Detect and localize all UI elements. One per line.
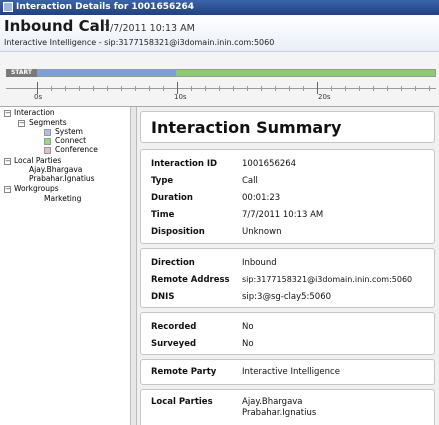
timeline-tick-label: 20s bbox=[318, 93, 331, 101]
timeline-tick bbox=[415, 86, 416, 91]
window-title-bar[interactable]: Interaction Details for 1001656264 bbox=[0, 0, 439, 15]
collapse-icon[interactable]: − bbox=[4, 110, 11, 117]
timeline-tick bbox=[261, 86, 262, 91]
timeline-tick bbox=[359, 86, 360, 91]
field-label: Direction bbox=[151, 258, 195, 268]
timeline-tick bbox=[65, 86, 66, 91]
field-value: sip:3177158321@i3domain.inin.com:5060 bbox=[242, 275, 413, 284]
timeline-tick bbox=[247, 86, 248, 91]
timeline-segment-system[interactable] bbox=[37, 70, 176, 76]
recording-info-card: Recorded No Surveyed No bbox=[140, 312, 435, 355]
routing-info-card: Direction Inbound Remote Address sip:317… bbox=[140, 248, 435, 308]
field-value: sip:3@sg-clay5:5060 bbox=[242, 292, 332, 302]
field-value: 7/7/2011 10:13 AM bbox=[242, 210, 324, 220]
interaction-remote-address: Interactive Intelligence - sip:317715832… bbox=[4, 38, 275, 47]
timeline-tick bbox=[387, 86, 388, 91]
interaction-type-title: Inbound Call bbox=[4, 17, 111, 35]
field-label: Local Parties bbox=[151, 397, 213, 407]
timeline-tick bbox=[219, 86, 220, 91]
local-parties-card: Local Parties Ajay.Bhargava Prabahar.Ign… bbox=[140, 389, 435, 425]
timeline-tick bbox=[149, 86, 150, 91]
field-label: Time bbox=[151, 210, 175, 220]
timeline-tick bbox=[429, 86, 430, 91]
field-label: DNIS bbox=[151, 292, 175, 302]
segment-color-swatch bbox=[44, 138, 51, 145]
field-label: Remote Party bbox=[151, 367, 217, 377]
field-label: Remote Address bbox=[151, 275, 230, 285]
field-value: Prabahar.Ignatius bbox=[242, 408, 317, 418]
field-label: Interaction ID bbox=[151, 159, 218, 169]
timeline-tick bbox=[401, 86, 402, 91]
collapse-icon[interactable]: − bbox=[4, 186, 11, 193]
field-label: Recorded bbox=[151, 322, 197, 332]
field-value: No bbox=[242, 322, 254, 332]
timeline-segment-connect[interactable] bbox=[176, 70, 435, 76]
timeline-start-marker: START bbox=[6, 69, 37, 77]
timeline-axis bbox=[6, 88, 436, 89]
field-value: 1001656264 bbox=[242, 159, 297, 169]
timeline-tick bbox=[191, 86, 192, 91]
timeline-tick bbox=[205, 86, 206, 91]
interaction-date: 7/7/2011 10:13 AM bbox=[104, 23, 195, 34]
collapse-icon[interactable]: − bbox=[4, 158, 11, 165]
timeline-tick bbox=[93, 86, 94, 91]
field-value: Inbound bbox=[242, 258, 277, 268]
field-value: Interactive Intelligence bbox=[242, 367, 340, 377]
timeline-tick-label: 10s bbox=[174, 93, 187, 101]
field-label: Disposition bbox=[151, 227, 205, 237]
summary-title: Interaction Summary bbox=[151, 118, 342, 137]
tree-node-local-party[interactable]: Prabahar.Ignatius bbox=[29, 174, 95, 184]
window-title: Interaction Details for 1001656264 bbox=[16, 2, 195, 12]
timeline-tick bbox=[121, 86, 122, 91]
field-value: Call bbox=[242, 176, 258, 186]
timeline-tick-label: 0s bbox=[34, 93, 43, 101]
timeline-tick bbox=[373, 86, 374, 91]
tree-node-interaction[interactable]: Interaction bbox=[14, 108, 55, 118]
interaction-header: Inbound Call 7/7/2011 10:13 AM Interacti… bbox=[0, 15, 439, 52]
field-label: Duration bbox=[151, 193, 193, 203]
timeline-tick bbox=[331, 86, 332, 91]
timeline-tick bbox=[51, 86, 52, 91]
timeline-tick bbox=[289, 86, 290, 91]
summary-panel: Interaction Summary Interaction ID 10016… bbox=[137, 107, 439, 425]
segment-color-swatch bbox=[44, 147, 51, 154]
tree-node-workgroup[interactable]: Marketing bbox=[44, 194, 81, 204]
timeline-tick bbox=[163, 86, 164, 91]
window-app-icon bbox=[3, 2, 13, 12]
summary-title-card: Interaction Summary bbox=[140, 111, 435, 143]
field-value: Unknown bbox=[242, 227, 282, 237]
timeline-tick bbox=[135, 86, 136, 91]
timeline-tick bbox=[79, 86, 80, 91]
field-value: 00:01:23 bbox=[242, 193, 281, 203]
remote-party-card: Remote Party Interactive Intelligence bbox=[140, 359, 435, 385]
timeline-tick bbox=[233, 86, 234, 91]
field-value: Ajay.Bhargava bbox=[242, 397, 303, 407]
segment-color-swatch bbox=[44, 129, 51, 136]
general-info-card: Interaction ID 1001656264 Type Call Dura… bbox=[140, 149, 435, 244]
timeline-panel bbox=[0, 52, 439, 107]
timeline-tick bbox=[275, 86, 276, 91]
timeline-tick bbox=[345, 86, 346, 91]
field-label: Surveyed bbox=[151, 339, 197, 349]
timeline-tick bbox=[303, 86, 304, 91]
tree-node-workgroups[interactable]: Workgroups bbox=[14, 184, 59, 194]
tree-node-segment-conference[interactable]: Conference bbox=[55, 145, 98, 155]
field-label: Type bbox=[151, 176, 174, 186]
collapse-icon[interactable]: − bbox=[18, 120, 25, 127]
interaction-tree: − Interaction − Segments System Connect … bbox=[0, 107, 131, 425]
field-value: No bbox=[242, 339, 254, 349]
timeline-tick bbox=[107, 86, 108, 91]
